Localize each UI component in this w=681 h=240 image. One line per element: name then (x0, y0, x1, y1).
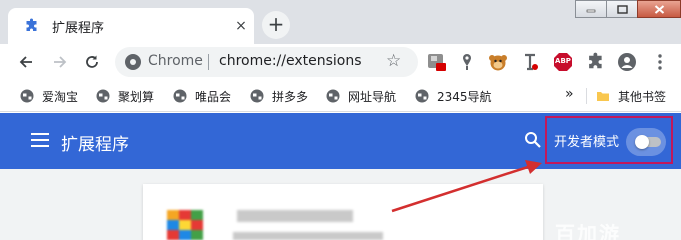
bookmark-label: 聚划算 (118, 89, 155, 104)
window-controls (575, 0, 681, 18)
hamburger-menu-icon[interactable] (31, 133, 49, 147)
developer-mode-toggle[interactable] (626, 128, 666, 156)
bookmark-label: 唯品会 (195, 89, 232, 104)
tab-title: 扩展程序 (52, 21, 105, 36)
close-icon (654, 4, 664, 14)
bookmark-label: 网址导航 (348, 89, 397, 104)
bookmark-star-icon[interactable]: ☆ (386, 51, 401, 71)
tab-close-icon[interactable]: × (234, 19, 248, 33)
bookmark-item[interactable]: 2345导航 (415, 87, 492, 105)
other-bookmarks-label: 其他书签 (618, 89, 667, 104)
forward-arrow-icon (54, 56, 67, 68)
address-bar[interactable]: Chrome chrome://extensions ☆ (115, 47, 418, 77)
back-button[interactable] (16, 52, 36, 72)
pin-extension-icon[interactable] (457, 52, 477, 72)
browser-window: 扩展程序 × + Chrome chrome://extensions ☆ AB… (0, 0, 681, 240)
chrome-page-icon (125, 54, 141, 70)
puzzle-icon (26, 18, 37, 31)
bookmark-item[interactable]: 网址导航 (326, 87, 396, 105)
bookmarks-bar: 爱淘宝 聚划算 唯品会 拼多多 网址导航 2345导航 » 其他书签 (0, 80, 681, 112)
url-separator (208, 54, 209, 70)
close-window-button[interactable] (637, 0, 681, 18)
watermark-text: 百加游 (555, 222, 621, 240)
maximize-button[interactable] (606, 0, 638, 18)
forward-button[interactable] (50, 52, 70, 72)
url-text[interactable]: chrome://extensions (219, 53, 362, 69)
search-icon[interactable] (524, 131, 542, 149)
globe-icon (326, 89, 340, 103)
bookmarks-divider (586, 88, 587, 104)
title-bar: 扩展程序 × + (0, 0, 681, 44)
developer-mode-label: 开发者模式 (554, 135, 620, 150)
bookmark-item[interactable]: 爱淘宝 (20, 87, 78, 105)
folder-icon (597, 92, 609, 101)
adblock-plus-icon[interactable]: ABP (553, 52, 573, 72)
more-menu-icon[interactable] (650, 52, 670, 72)
monkey-extension-icon[interactable] (488, 52, 508, 72)
extension-name-blurred (237, 210, 353, 222)
bookmark-item[interactable]: 聚划算 (96, 87, 154, 105)
extensions-puzzle-icon[interactable] (586, 52, 606, 72)
minimize-button[interactable] (575, 0, 607, 18)
minimize-icon (586, 9, 596, 13)
url-scheme-label: Chrome (148, 53, 203, 69)
profile-avatar-icon[interactable] (617, 52, 637, 72)
bookmark-item[interactable]: 唯品会 (173, 87, 231, 105)
toggle-knob (635, 135, 649, 149)
reload-button[interactable] (82, 52, 102, 72)
bookmark-item[interactable]: 拼多多 (250, 87, 308, 105)
bookmark-label: 拼多多 (272, 89, 309, 104)
abp-label: ABP (555, 57, 571, 65)
back-arrow-icon (19, 56, 32, 68)
tab-extensions[interactable]: 扩展程序 × (8, 8, 254, 44)
new-tab-button[interactable]: + (262, 11, 290, 39)
globe-icon (173, 89, 187, 103)
other-bookmarks-folder[interactable]: 其他书签 (596, 87, 666, 105)
maximize-icon (616, 4, 628, 14)
bookmarks-overflow-button[interactable]: » (565, 85, 574, 103)
extension-desc-blurred (233, 232, 383, 240)
extension-logo-icon (167, 210, 203, 240)
globe-icon (250, 89, 264, 103)
globe-icon (20, 89, 34, 103)
bookmark-label: 爱淘宝 (42, 89, 79, 104)
red-block-extension-icon[interactable] (427, 52, 447, 72)
globe-icon (415, 89, 429, 103)
bookmark-label: 2345导航 (437, 89, 492, 104)
page-title: 扩展程序 (61, 135, 129, 155)
reload-icon (86, 55, 98, 68)
globe-icon (96, 89, 110, 103)
translate-extension-icon[interactable] (520, 52, 540, 72)
